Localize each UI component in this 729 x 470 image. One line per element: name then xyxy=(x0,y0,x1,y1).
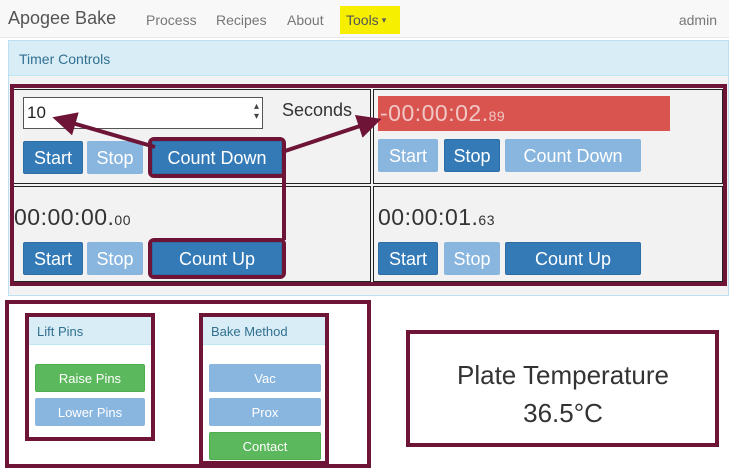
annotation-frame-timers xyxy=(10,84,727,286)
nav-tools-dropdown[interactable]: Tools ▾ xyxy=(340,6,400,34)
plate-temperature-label: Plate Temperature xyxy=(457,360,669,390)
nav-about[interactable]: About xyxy=(287,12,324,28)
bake-method-panel: Bake Method Vac Prox Contact xyxy=(199,313,329,465)
nav-process[interactable]: Process xyxy=(146,12,197,28)
lift-pins-heading: Lift Pins xyxy=(29,317,151,345)
lower-pins-button[interactable]: Lower Pins xyxy=(35,398,145,426)
caret-down-icon: ▾ xyxy=(381,15,387,25)
nav-user-admin[interactable]: admin xyxy=(679,12,717,28)
app-brand[interactable]: Apogee Bake xyxy=(8,8,116,29)
vac-button[interactable]: Vac xyxy=(209,364,321,392)
nav-recipes[interactable]: Recipes xyxy=(216,12,267,28)
timer-controls-heading: Timer Controls xyxy=(9,41,728,76)
prox-button[interactable]: Prox xyxy=(209,398,321,426)
plate-temperature-readout: Plate Temperature 36.5°C xyxy=(410,356,716,432)
contact-button[interactable]: Contact xyxy=(209,432,321,460)
bake-method-heading: Bake Method xyxy=(203,317,325,345)
top-navbar: Apogee Bake Process Recipes About Tools ▾… xyxy=(0,0,729,38)
lift-pins-panel: Lift Pins Raise Pins Lower Pins xyxy=(25,313,155,441)
plate-temperature-value: 36.5°C xyxy=(523,398,603,428)
raise-pins-button[interactable]: Raise Pins xyxy=(35,364,145,392)
nav-tools-label: Tools xyxy=(346,12,379,28)
